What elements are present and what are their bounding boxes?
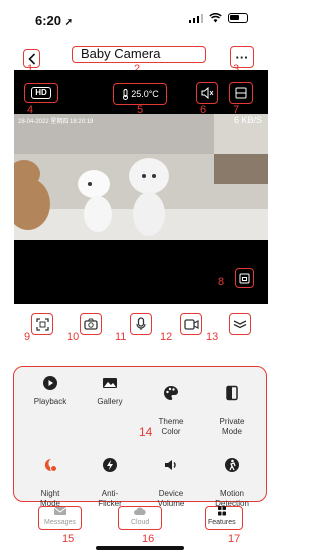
flash-icon <box>103 458 117 472</box>
status-bar: 6:20 ➚ <box>0 0 278 40</box>
mute-button[interactable] <box>196 82 218 104</box>
timestamp-overlay: 28-04-2022 星期四 18:20:19 <box>18 119 94 125</box>
bitrate-overlay: 6 KB/S <box>233 115 262 125</box>
camera-bottom-bar <box>14 240 268 304</box>
layout-button[interactable] <box>229 82 253 104</box>
volume-icon <box>165 460 176 470</box>
camera-icon <box>84 318 98 330</box>
feature-gallery[interactable]: Gallery <box>80 375 140 407</box>
signal-icon <box>188 13 203 23</box>
hd-icon: HD <box>31 87 51 99</box>
annotation-13: 13 <box>206 331 219 343</box>
hd-button[interactable]: HD <box>24 83 58 103</box>
thermometer-icon <box>123 88 129 100</box>
palette-icon <box>164 386 178 400</box>
feature-playback[interactable]: Playback <box>20 375 80 407</box>
screenshot-button[interactable] <box>31 313 53 335</box>
video-camera-icon <box>183 318 199 330</box>
annotation-14: 14 <box>139 425 153 439</box>
gallery-icon <box>103 378 117 388</box>
tab-features[interactable]: Features <box>208 505 236 526</box>
fullscreen-icon <box>239 273 250 283</box>
wifi-icon <box>209 13 222 23</box>
annotation-12: 12 <box>160 331 173 343</box>
annotation-9: 9 <box>24 331 31 343</box>
tab-messages[interactable]: Messages <box>44 505 76 526</box>
fullscreen-button[interactable] <box>235 268 254 288</box>
home-indicator <box>96 546 184 550</box>
feature-private-mode[interactable]: Private Mode <box>202 375 262 437</box>
status-icons <box>188 13 248 23</box>
page-title: Baby Camera <box>72 46 206 63</box>
collapse-button[interactable] <box>229 313 251 335</box>
annotation-15: 15 <box>62 533 75 545</box>
cloud-icon <box>134 507 146 515</box>
feature-motion-detection[interactable]: Motion Detection <box>202 447 262 509</box>
night-mode-icon <box>44 458 57 472</box>
mail-icon <box>53 507 67 515</box>
chevron-double-down-icon <box>233 320 247 329</box>
record-button[interactable] <box>180 313 202 335</box>
scan-icon <box>35 317 49 331</box>
feature-device-volume[interactable]: Device Volume <box>141 447 201 509</box>
temperature-display: 25.0°C <box>113 83 167 105</box>
annotation-16: 16 <box>142 533 155 545</box>
speaker-mute-icon <box>201 87 213 99</box>
feature-night-mode[interactable]: Night Mode <box>20 447 80 509</box>
grid-icon <box>217 506 226 516</box>
motion-icon <box>225 458 239 472</box>
annotation-11: 11 <box>115 331 127 343</box>
private-mode-icon <box>226 385 238 401</box>
annotation-17: 17 <box>228 533 241 545</box>
annotation-8: 8 <box>218 276 225 288</box>
tab-cloud[interactable]: Cloud <box>131 505 149 526</box>
layout-icon <box>235 87 247 99</box>
snapshot-button[interactable] <box>80 313 102 335</box>
feature-panel: Playback Gallery Theme Color Private Mod… <box>13 366 267 508</box>
talk-button[interactable] <box>130 313 152 335</box>
playback-icon <box>43 376 57 390</box>
annotation-10: 10 <box>67 331 80 343</box>
status-time: 6:20 ➚ <box>35 13 74 28</box>
microphone-icon <box>136 317 146 330</box>
feature-anti-flicker[interactable]: Anti- Flicker <box>80 447 140 509</box>
battery-icon <box>228 13 248 23</box>
